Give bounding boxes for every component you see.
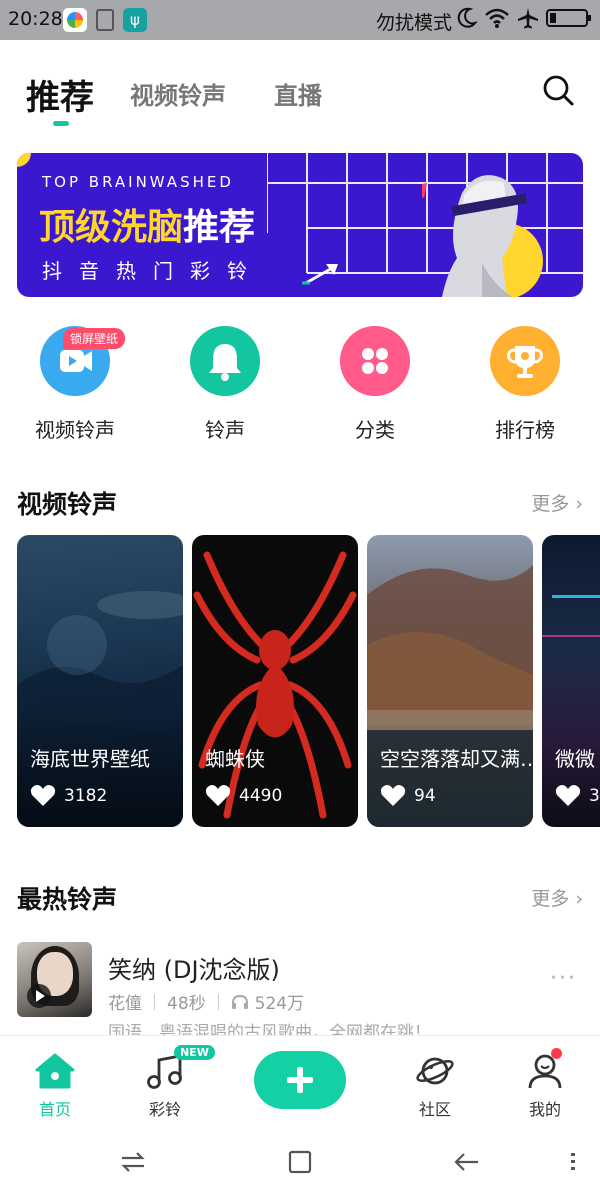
more-options-icon[interactable]: ··· [550, 966, 577, 991]
video-card[interactable]: 海底世界壁纸 3182 [17, 535, 183, 827]
entry-video-ringtone[interactable]: 锁屏壁纸 视频铃声 [15, 326, 135, 443]
moon-icon [457, 7, 478, 28]
song-title: 笑纳 (DJ沈念版) [108, 956, 280, 984]
video-card[interactable]: 蜘蛛侠 4490 [192, 535, 358, 827]
banner-en-text: TOP BRAINWASHED [42, 173, 234, 191]
card-title: 空空落落却又满… [380, 747, 533, 771]
banner-subtitle: 抖音热门彩铃 [42, 259, 264, 283]
song-meta: 花僮 48秒 524万 [108, 989, 304, 1014]
song-duration: 48秒 [167, 994, 206, 1014]
banner-title-white: 推荐 [183, 207, 256, 248]
promo-banner[interactable]: TOP BRAINWASHED 顶级洗脑推荐 抖音热门彩铃 [17, 153, 583, 297]
banner-corner-decor [17, 153, 31, 167]
banner-title-yellow: 顶级洗脑 [39, 207, 184, 248]
video-card-list: 海底世界壁纸 3182 蜘蛛侠 4490 空空落落却又满… 94 微微 3 [17, 535, 600, 827]
status-icons [456, 6, 592, 30]
nav-ringtone[interactable]: NEW 彩铃 [125, 1045, 215, 1120]
heart-icon [380, 785, 406, 806]
arrow-icon [302, 264, 338, 285]
switch-apps-icon[interactable] [118, 1147, 148, 1177]
card-likes: 94 [380, 784, 436, 807]
card-likes: 3 [555, 784, 600, 807]
lockscreen-badge: 锁屏壁纸 [63, 328, 126, 349]
song-row[interactable]: 笑纳 (DJ沈念版) 花僮 48秒 524万 国语、粤语混唱的古风歌曲，全网都在… [17, 940, 583, 1043]
likes-count: 4490 [239, 785, 283, 806]
heart-icon [205, 785, 231, 806]
card-title: 微微 [555, 747, 595, 771]
nav-community[interactable]: 社区 [395, 1052, 475, 1120]
photos-app-icon [63, 8, 87, 32]
entry-label: 视频铃声 [35, 418, 115, 442]
tab-live[interactable]: 直播 [274, 76, 322, 111]
wifi-icon [485, 8, 509, 28]
dnd-mode-text: 勿扰模式 [376, 12, 453, 34]
entry-ringtone[interactable]: 铃声 [165, 326, 285, 443]
more-link[interactable]: 更多 › [531, 884, 583, 911]
clean-app-icon [93, 8, 117, 32]
create-button[interactable] [254, 1051, 346, 1109]
banner-title: 顶级洗脑推荐 [39, 198, 255, 250]
card-likes: 4490 [205, 784, 282, 807]
section-title: 视频铃声 [17, 490, 118, 519]
entry-category[interactable]: 分类 [315, 326, 435, 443]
new-badge: NEW [174, 1045, 215, 1060]
active-tab-indicator [53, 121, 69, 126]
headphones-icon [231, 994, 248, 1009]
song-plays: 524万 [254, 994, 305, 1014]
video-card[interactable]: 空空落落却又满… 94 [367, 535, 533, 827]
card-title: 海底世界壁纸 [30, 747, 150, 771]
tab-recommend[interactable]: 推荐 [26, 70, 94, 119]
bell-icon [190, 326, 260, 396]
search-icon[interactable] [540, 72, 576, 108]
likes-count: 94 [414, 785, 436, 806]
video-section-header: 视频铃声 更多 › [17, 485, 583, 519]
card-title: 蜘蛛侠 [205, 747, 265, 771]
system-nav-bar [0, 1125, 600, 1200]
section-title: 最热铃声 [17, 885, 118, 914]
notification-dot [551, 1048, 562, 1059]
nav-label: 首页 [38, 1100, 71, 1119]
nav-mine[interactable]: 我的 [505, 1048, 585, 1120]
menu-icon[interactable] [558, 1147, 588, 1177]
home-square-icon[interactable] [285, 1147, 315, 1177]
entry-label: 排行榜 [495, 418, 555, 442]
video-card[interactable]: 微微 3 [542, 535, 600, 827]
status-bar: 20:28 ψ 勿扰模式 [0, 0, 600, 40]
heart-icon [555, 785, 581, 806]
song-cover[interactable] [17, 942, 92, 1017]
grid-icon [340, 326, 410, 396]
statue-image [422, 175, 528, 297]
battery-icon [546, 9, 591, 27]
tab-video-ringtone[interactable]: 视频铃声 [130, 76, 226, 111]
more-link[interactable]: 更多 › [531, 489, 583, 516]
nav-label: 彩铃 [148, 1100, 181, 1119]
nav-label: 我的 [528, 1100, 561, 1119]
song-artist: 花僮 [108, 994, 142, 1014]
entry-label: 铃声 [205, 418, 245, 442]
airplane-icon [518, 8, 538, 29]
planet-icon [416, 1057, 454, 1085]
likes-count: 3182 [64, 785, 108, 806]
nav-home[interactable]: 首页 [15, 1052, 95, 1120]
back-icon[interactable] [452, 1147, 482, 1177]
home-icon [35, 1053, 75, 1089]
nav-label: 社区 [418, 1100, 451, 1119]
divider [154, 993, 155, 1010]
entry-ranking[interactable]: 排行榜 [465, 326, 585, 443]
usb-icon: ψ [123, 8, 147, 32]
card-likes: 3182 [30, 784, 107, 807]
heart-icon [30, 785, 56, 806]
play-icon[interactable] [27, 984, 51, 1008]
hot-section-header: 最热铃声 更多 › [17, 880, 583, 914]
status-time: 20:28 [8, 8, 63, 30]
likes-count: 3 [589, 785, 600, 806]
entry-label: 分类 [355, 418, 395, 442]
bottom-nav: 首页 NEW 彩铃 社区 我的 [0, 1035, 600, 1125]
quick-entries: 锁屏壁纸 视频铃声 铃声 分类 排行榜 [0, 326, 600, 446]
trophy-icon [490, 326, 560, 396]
divider [217, 993, 219, 1010]
